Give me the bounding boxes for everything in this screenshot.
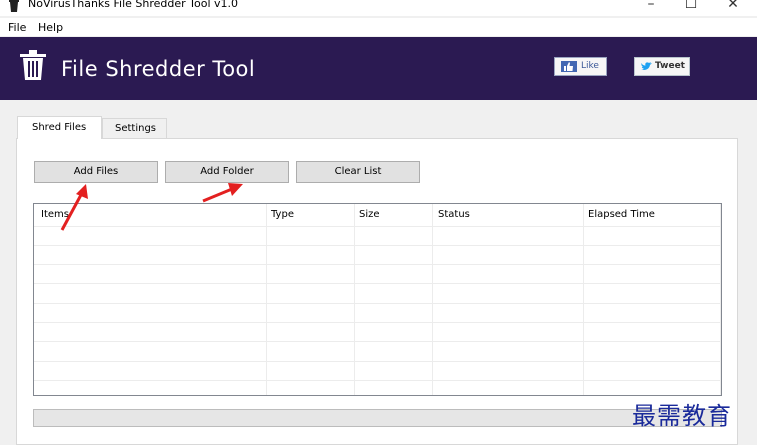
annotation-arrow [60, 184, 88, 231]
watermark-text: 最需教育 [632, 402, 732, 430]
tab-shred-files[interactable]: Shred Files [17, 116, 102, 139]
tab-shred-files-label: Shred Files [32, 122, 87, 133]
annotation-arrow [202, 183, 243, 203]
annotation-arrows [60, 183, 243, 231]
